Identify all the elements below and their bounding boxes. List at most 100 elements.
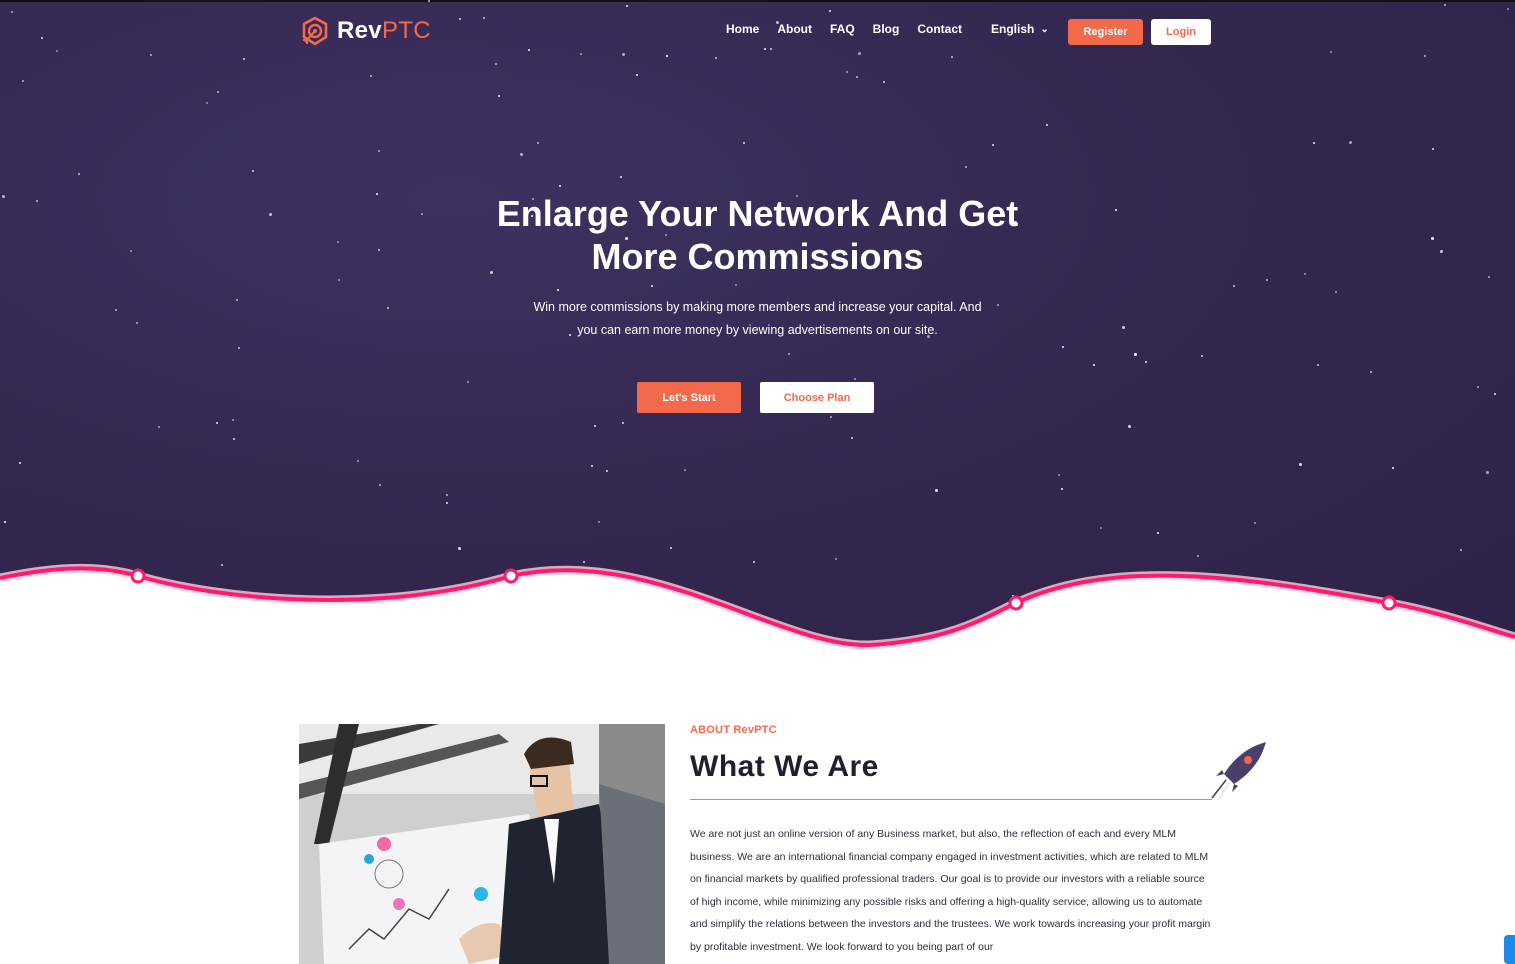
star bbox=[1335, 291, 1337, 293]
star bbox=[1046, 124, 1048, 126]
star bbox=[528, 49, 530, 51]
logo-name-main: Rev bbox=[337, 17, 382, 44]
wave-dot bbox=[1008, 595, 1024, 611]
hero-title-line1: Enlarge Your Network And Get bbox=[496, 193, 1019, 234]
star bbox=[1424, 55, 1426, 57]
star bbox=[1304, 273, 1306, 275]
star bbox=[715, 57, 717, 59]
star bbox=[269, 213, 272, 216]
star bbox=[854, 378, 856, 380]
star bbox=[387, 307, 389, 309]
target-arrow-icon bbox=[302, 16, 328, 46]
star bbox=[520, 153, 523, 156]
star bbox=[883, 81, 885, 83]
star bbox=[2, 195, 5, 198]
star bbox=[764, 48, 766, 50]
star bbox=[591, 465, 593, 467]
nav-blog[interactable]: Blog bbox=[873, 22, 900, 36]
star bbox=[1313, 142, 1315, 144]
star bbox=[829, 10, 831, 12]
lets-start-button[interactable]: Let's Start bbox=[637, 382, 741, 413]
star bbox=[788, 353, 790, 355]
star bbox=[206, 102, 208, 104]
star bbox=[537, 142, 539, 144]
star bbox=[1254, 522, 1256, 524]
star bbox=[594, 425, 596, 427]
star bbox=[598, 521, 600, 523]
hero-title-line2: More Commissions bbox=[591, 236, 924, 277]
star bbox=[830, 416, 832, 418]
star bbox=[622, 422, 624, 424]
star bbox=[559, 185, 561, 187]
wave-dot bbox=[130, 568, 146, 584]
star bbox=[1431, 237, 1434, 240]
star bbox=[130, 250, 132, 252]
star bbox=[1507, 8, 1509, 10]
logo-name-accent: PTC bbox=[381, 17, 431, 44]
star bbox=[41, 37, 43, 39]
star bbox=[935, 489, 938, 492]
star bbox=[1201, 355, 1203, 357]
nav-contact[interactable]: Contact bbox=[917, 22, 962, 36]
star bbox=[217, 91, 219, 93]
about-divider bbox=[690, 799, 1212, 800]
star bbox=[1157, 532, 1159, 534]
star bbox=[376, 193, 378, 195]
register-button[interactable]: Register bbox=[1068, 19, 1143, 45]
language-label: English bbox=[991, 22, 1035, 36]
choose-plan-button[interactable]: Choose Plan bbox=[760, 382, 874, 413]
star bbox=[1477, 386, 1479, 388]
chat-widget-tab[interactable] bbox=[1504, 935, 1515, 964]
star bbox=[233, 438, 235, 440]
star bbox=[636, 74, 638, 76]
star bbox=[965, 166, 967, 168]
star bbox=[1115, 209, 1117, 211]
login-button[interactable]: Login bbox=[1151, 19, 1211, 45]
star bbox=[1330, 51, 1332, 53]
star bbox=[378, 150, 380, 152]
star bbox=[232, 419, 234, 421]
hero-subtitle-line1: Win more commissions by making more memb… bbox=[533, 300, 982, 314]
language-select[interactable]: English ⌄ bbox=[991, 22, 1049, 36]
star bbox=[1058, 474, 1060, 476]
star bbox=[136, 322, 138, 324]
rocket-icon bbox=[1211, 742, 1266, 801]
hero-wave-divider bbox=[0, 563, 1515, 670]
star bbox=[216, 422, 218, 424]
star bbox=[158, 426, 160, 428]
star bbox=[1349, 141, 1352, 144]
star bbox=[1134, 353, 1137, 356]
nav-faq[interactable]: FAQ bbox=[830, 22, 855, 36]
star bbox=[238, 347, 240, 349]
nav-home[interactable]: Home bbox=[726, 22, 759, 36]
star bbox=[951, 56, 953, 58]
star bbox=[1494, 393, 1496, 395]
star bbox=[150, 54, 152, 56]
star bbox=[36, 200, 38, 202]
star bbox=[846, 71, 848, 73]
star bbox=[1266, 279, 1268, 281]
star bbox=[1122, 326, 1125, 329]
star bbox=[1128, 425, 1131, 428]
hero-subtitle-line2: you can earn more money by viewing adver… bbox=[577, 323, 938, 337]
about-eyebrow: ABOUT RevPTC bbox=[690, 724, 777, 736]
star bbox=[22, 80, 24, 82]
nav-about[interactable]: About bbox=[777, 22, 812, 36]
star bbox=[1432, 148, 1434, 150]
star bbox=[495, 63, 497, 65]
star bbox=[1440, 250, 1443, 253]
star bbox=[446, 494, 448, 496]
star bbox=[56, 50, 58, 52]
star bbox=[11, 11, 13, 13]
star bbox=[557, 289, 559, 291]
star bbox=[467, 381, 469, 383]
star bbox=[1062, 346, 1064, 348]
logo[interactable]: RevPTC bbox=[299, 14, 431, 48]
star bbox=[606, 470, 608, 472]
star bbox=[626, 5, 628, 7]
star bbox=[851, 437, 853, 439]
main-nav: Home About FAQ Blog Contact English ⌄ bbox=[726, 22, 1049, 36]
star bbox=[1061, 488, 1063, 490]
about-body-text: We are not just an online version of any… bbox=[690, 828, 1211, 953]
star bbox=[1093, 364, 1095, 366]
